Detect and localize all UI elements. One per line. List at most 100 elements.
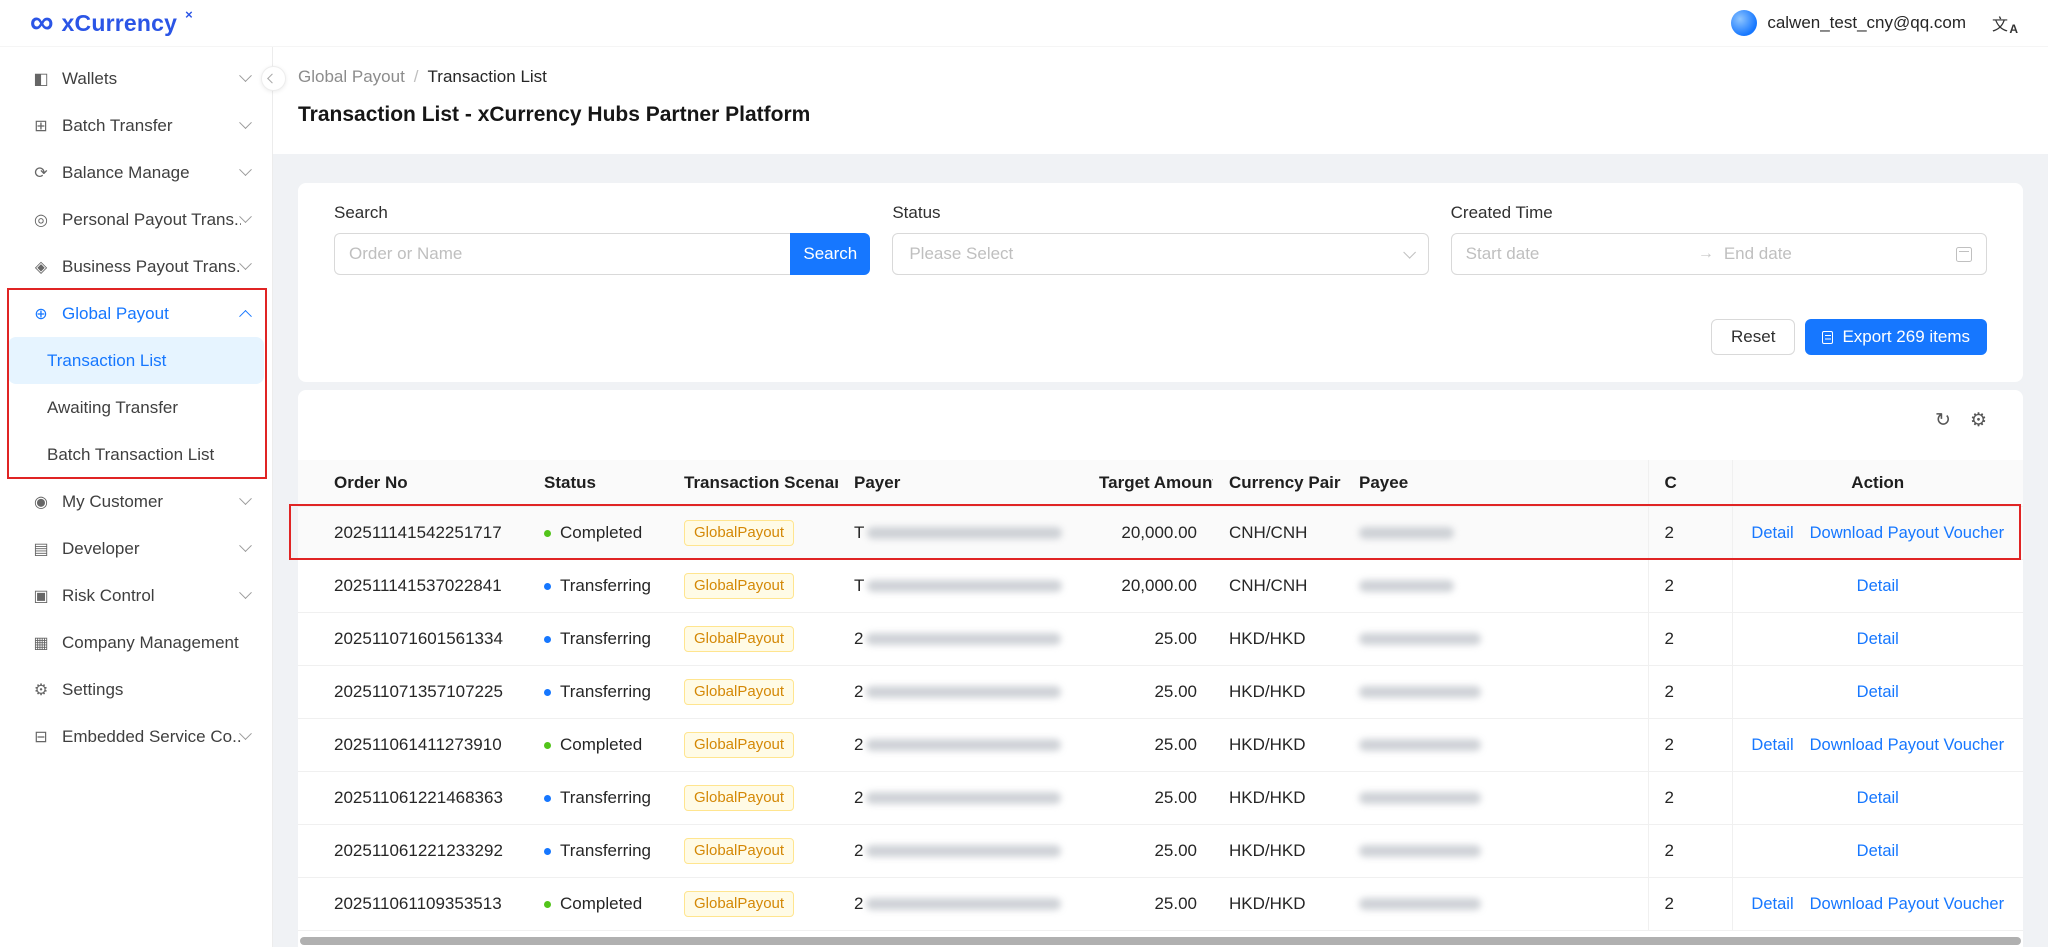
table-row[interactable]: 202511071601561334TransferringGlobalPayo… (298, 612, 2023, 665)
sidebar-subitem-batch-transaction-list[interactable]: Batch Transaction List (8, 431, 264, 478)
sidebar-item-settings[interactable]: ⚙Settings (8, 666, 264, 713)
breadcrumb-global-payout[interactable]: Global Payout (298, 67, 405, 87)
status-label: Transferring (560, 841, 651, 860)
currency-pair-cell: CNH/CNH (1213, 506, 1343, 559)
column-header-payer: Payer (838, 460, 1083, 506)
payer-cell: 2 (838, 771, 1083, 824)
status-cell: Completed (528, 718, 668, 771)
download-payout-voucher-link[interactable]: Download Payout Voucher (1810, 524, 2004, 542)
sidebar-item-personal-payout-trans[interactable]: ◎Personal Payout Trans... (8, 196, 264, 243)
calendar-icon (1956, 247, 1972, 262)
column-header-payee: Payee (1343, 460, 1648, 506)
payer-cell: 2 (838, 665, 1083, 718)
detail-link[interactable]: Detail (1857, 683, 1899, 701)
search-button[interactable]: Search (790, 233, 870, 275)
payee-cell (1343, 824, 1648, 877)
status-label: Status (892, 203, 1428, 223)
detail-link[interactable]: Detail (1751, 524, 1793, 542)
detail-link[interactable]: Detail (1857, 630, 1899, 648)
global-payout-icon: ⊕ (31, 304, 51, 324)
status-dot-icon (544, 795, 551, 802)
detail-link[interactable]: Detail (1857, 842, 1899, 860)
sidebar-item-global-payout[interactable]: ⊕ Global Payout (8, 290, 264, 337)
personal-payout-icon: ◎ (31, 210, 51, 230)
payer-redacted (866, 739, 1061, 751)
sidebar-item-label: My Customer (62, 492, 241, 512)
avatar[interactable] (1731, 10, 1757, 36)
download-payout-voucher-link[interactable]: Download Payout Voucher (1810, 895, 2004, 913)
table-horizontal-scrollbar[interactable] (300, 937, 2021, 945)
currency-pair-cell: HKD/HKD (1213, 718, 1343, 771)
table-row[interactable]: 202511061221468363TransferringGlobalPayo… (298, 771, 2023, 824)
payer-prefix: 2 (854, 735, 863, 754)
table-row[interactable]: 202511071357107225TransferringGlobalPayo… (298, 665, 2023, 718)
payer-prefix: T (854, 523, 864, 542)
translate-icon[interactable] (1992, 11, 2018, 35)
scenario-tag: GlobalPayout (684, 573, 794, 599)
detail-link[interactable]: Detail (1751, 895, 1793, 913)
table-row[interactable]: 202511061411273910CompletedGlobalPayout2… (298, 718, 2023, 771)
search-input[interactable] (334, 233, 790, 275)
start-date-input[interactable] (1466, 244, 1688, 264)
xcurrency-logo[interactable]: xCurrency (30, 8, 193, 38)
sidebar-item-my-customer[interactable]: ◉ My Customer (8, 478, 264, 525)
currency-pair-cell: HKD/HKD (1213, 665, 1343, 718)
order-no-cell: 202511141542251717 (298, 506, 528, 559)
business-payout-icon: ◈ (31, 257, 51, 277)
status-dot-icon (544, 583, 551, 590)
developer-icon: ▤ (31, 539, 51, 559)
download-payout-voucher-link[interactable]: Download Payout Voucher (1810, 736, 2004, 754)
status-select[interactable]: Please Select (892, 233, 1428, 275)
table-row[interactable]: 202511061221233292TransferringGlobalPayo… (298, 824, 2023, 877)
status-cell: Completed (528, 506, 668, 559)
sidebar-item-embedded-service-co[interactable]: ⊟Embedded Service Co... (8, 713, 264, 760)
created-time-cell: 2 (1648, 718, 1732, 771)
detail-link[interactable]: Detail (1751, 736, 1793, 754)
breadcrumb-separator: / (414, 67, 419, 87)
status-cell: Transferring (528, 771, 668, 824)
page-header-band: Global Payout / Transaction List Transac… (273, 47, 2048, 154)
end-date-input[interactable] (1724, 244, 1946, 264)
sidebar-item-risk-control[interactable]: ▣Risk Control (8, 572, 264, 619)
table-row[interactable]: 202511141542251717CompletedGlobalPayout T… (298, 506, 2023, 559)
scenario-cell: GlobalPayout (668, 506, 838, 559)
sidebar: ◧Wallets⊞Batch Transfer⟳Balance Manage◎P… (0, 47, 273, 947)
detail-link[interactable]: Detail (1857, 789, 1899, 807)
risk-icon: ▣ (31, 586, 51, 606)
order-no-cell: 202511141537022841 (298, 559, 528, 612)
export-button[interactable]: Export 269 items (1805, 319, 1987, 355)
user-email[interactable]: calwen_test_cny@qq.com (1767, 13, 1966, 33)
table-row[interactable]: 202511061109353513CompletedGlobalPayout2… (298, 877, 2023, 930)
detail-link[interactable]: Detail (1857, 577, 1899, 595)
transactions-table-card: Order NoStatusTransaction ScenarioPayerT… (298, 390, 2023, 947)
sidebar-item-label: Global Payout (62, 304, 241, 324)
chevron-down-icon (239, 210, 252, 223)
sidebar-item-batch-transfer[interactable]: ⊞Batch Transfer (8, 102, 264, 149)
payer-cell: 2 (838, 877, 1083, 930)
sidebar-item-wallets[interactable]: ◧Wallets (8, 55, 264, 102)
sidebar-item-balance-manage[interactable]: ⟳Balance Manage (8, 149, 264, 196)
table-row[interactable]: 202511141537022841TransferringGlobalPayo… (298, 559, 2023, 612)
sidebar-collapse-button[interactable] (261, 66, 286, 91)
filter-card: Search Search Status Please Select (298, 183, 2023, 382)
column-header-c: C (1648, 460, 1732, 506)
sidebar-item-company-management[interactable]: ▦Company Management (8, 619, 264, 666)
reset-button[interactable]: Reset (1711, 319, 1795, 355)
payee-redacted (1359, 845, 1481, 857)
payee-redacted (1359, 739, 1481, 751)
sidebar-subitem-awaiting-transfer[interactable]: Awaiting Transfer (8, 384, 264, 431)
sidebar-item-developer[interactable]: ▤Developer (8, 525, 264, 572)
payer-redacted (866, 792, 1061, 804)
date-range-picker[interactable] (1451, 233, 1987, 275)
customer-icon: ◉ (31, 492, 51, 512)
refresh-icon[interactable] (1935, 411, 1951, 430)
payer-prefix: 2 (854, 629, 863, 648)
sidebar-item-label: Settings (62, 680, 250, 700)
scenario-cell: GlobalPayout (668, 824, 838, 877)
created-time-cell: 2 (1648, 559, 1732, 612)
sidebar-subitem-transaction-list[interactable]: Transaction List (8, 337, 264, 384)
table-settings-gear-icon[interactable] (1970, 411, 1987, 430)
target-amount-cell: 20,000.00 (1083, 559, 1213, 612)
payee-redacted (1359, 686, 1481, 698)
sidebar-item-business-payout-trans[interactable]: ◈Business Payout Trans... (8, 243, 264, 290)
